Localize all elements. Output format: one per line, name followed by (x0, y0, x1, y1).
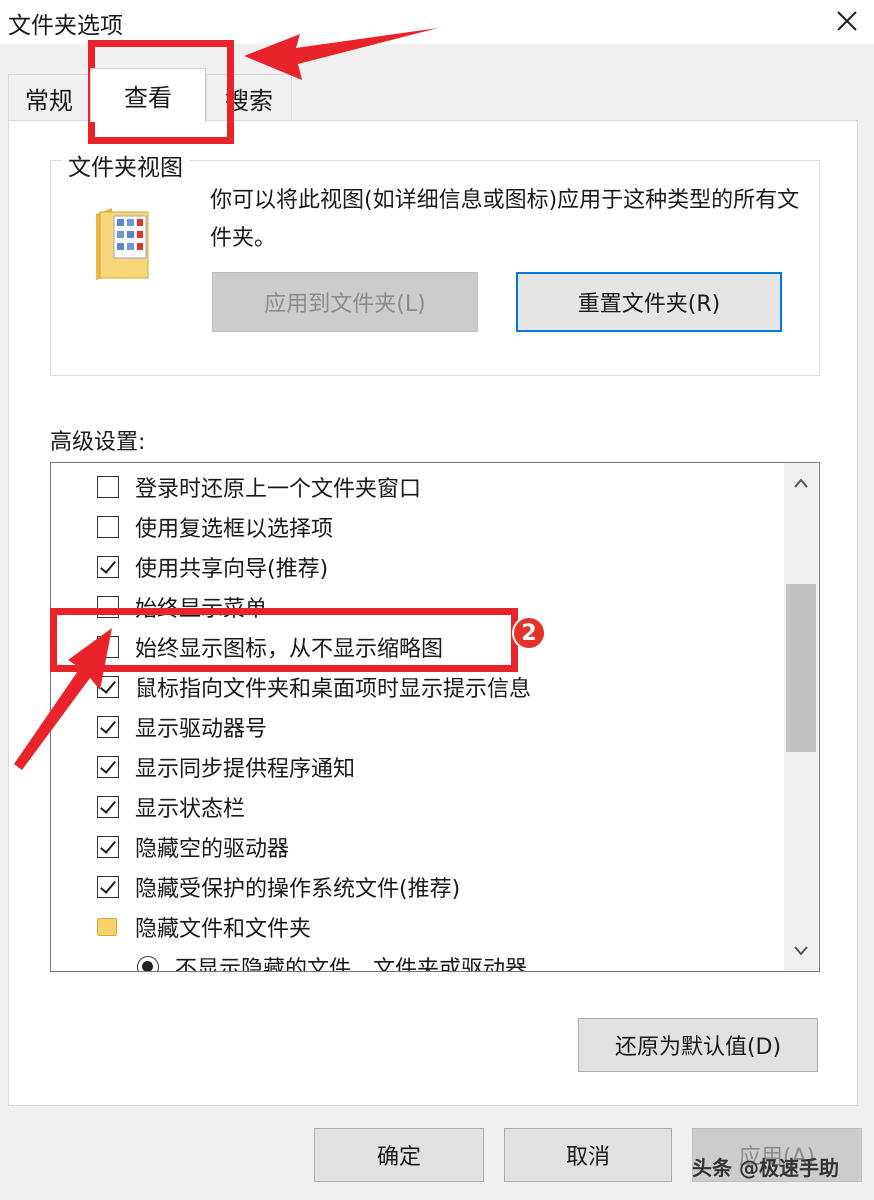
arrow-to-option-icon (14, 628, 112, 770)
tab-view-label: 查看 (124, 84, 172, 112)
watermark-text: 头条 @极速手助 (692, 1156, 839, 1180)
arrow-to-tab-icon (244, 28, 438, 80)
tab-view[interactable]: 查看 (90, 68, 206, 122)
annotation-arrows (14, 28, 438, 770)
